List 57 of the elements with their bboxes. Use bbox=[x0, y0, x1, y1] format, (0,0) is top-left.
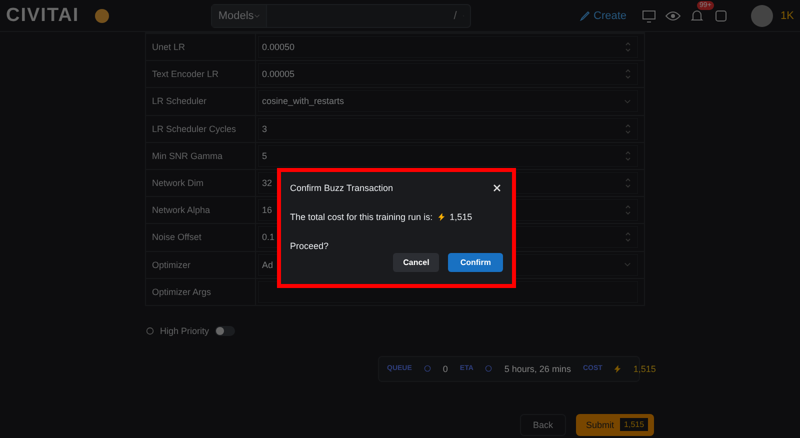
chevron-down-icon bbox=[624, 262, 631, 268]
search-field[interactable]: Models / bbox=[211, 4, 472, 28]
setting-label: Min SNR Gamma bbox=[146, 142, 256, 169]
buzz-balance[interactable]: 1K bbox=[780, 10, 794, 22]
setting-label: Optimizer bbox=[146, 252, 256, 278]
setting-label: Network Dim bbox=[146, 170, 256, 196]
setting-field[interactable]: 0.00005 bbox=[258, 63, 638, 86]
setting-label: LR Scheduler bbox=[146, 88, 256, 115]
stepper-icon[interactable] bbox=[625, 150, 631, 162]
setting-field[interactable]: 3 bbox=[258, 118, 638, 140]
pencil-icon bbox=[580, 10, 590, 20]
globe-icon[interactable] bbox=[95, 8, 110, 22]
info-icon bbox=[424, 365, 431, 372]
lightning-icon bbox=[614, 364, 622, 373]
high-priority-label: High Priority bbox=[160, 326, 210, 336]
submit-button[interactable]: Submit 1,515 bbox=[576, 414, 654, 436]
setting-label: LR Scheduler Cycles bbox=[146, 116, 256, 142]
dialog-title: Confirm Buzz Transaction bbox=[290, 183, 394, 193]
stat-value: 0 bbox=[442, 364, 448, 374]
setting-label: Text Encoder LR bbox=[146, 61, 256, 88]
shortcut-key: / bbox=[448, 10, 463, 22]
caret-icon bbox=[254, 14, 260, 18]
setting-field[interactable]: 5 bbox=[258, 144, 638, 167]
stepper-icon[interactable] bbox=[625, 231, 631, 244]
close-button[interactable] bbox=[491, 182, 503, 194]
avatar[interactable] bbox=[750, 4, 773, 26]
setting-label: Optimizer Args bbox=[146, 278, 256, 305]
lightning-icon bbox=[438, 213, 445, 221]
high-priority-switch[interactable] bbox=[215, 326, 236, 336]
cost-amount: 1,515 bbox=[450, 212, 472, 222]
stepper-icon[interactable] bbox=[625, 41, 631, 54]
monitor-icon[interactable] bbox=[640, 8, 657, 24]
back-button[interactable]: Back bbox=[520, 414, 566, 436]
dialog-message: The total cost for this training run is: bbox=[290, 212, 433, 222]
cancel-button[interactable]: Cancel bbox=[393, 253, 440, 272]
setting-label: Unet LR bbox=[146, 34, 256, 60]
category-select[interactable]: Models bbox=[212, 4, 267, 26]
chat-icon[interactable] bbox=[712, 8, 729, 24]
stepper-icon[interactable] bbox=[625, 204, 631, 216]
setting-field[interactable]: cosine_with_restarts bbox=[258, 90, 638, 112]
stepper-icon[interactable] bbox=[625, 177, 631, 190]
stepper-icon[interactable] bbox=[625, 122, 631, 135]
create-button[interactable]: Create bbox=[574, 8, 633, 22]
chevron-down-icon bbox=[624, 98, 631, 104]
clock-icon bbox=[146, 326, 154, 335]
setting-label: Noise Offset bbox=[146, 224, 256, 250]
info-icon bbox=[485, 365, 492, 372]
bell-icon[interactable] bbox=[688, 8, 705, 24]
dialog-question: Proceed? bbox=[290, 241, 330, 251]
confirm-button[interactable]: Confirm bbox=[448, 253, 503, 272]
setting-label: Network Alpha bbox=[146, 197, 256, 224]
setting-field[interactable]: 0.00050 bbox=[258, 36, 638, 58]
logo[interactable]: CIVITAI bbox=[6, 4, 80, 26]
cost-tag: 1,515 bbox=[620, 418, 648, 432]
stat-value: 1,515 bbox=[633, 364, 656, 374]
stepper-icon[interactable] bbox=[625, 68, 631, 80]
stat-value: 5 hours, 26 mins bbox=[504, 364, 571, 374]
